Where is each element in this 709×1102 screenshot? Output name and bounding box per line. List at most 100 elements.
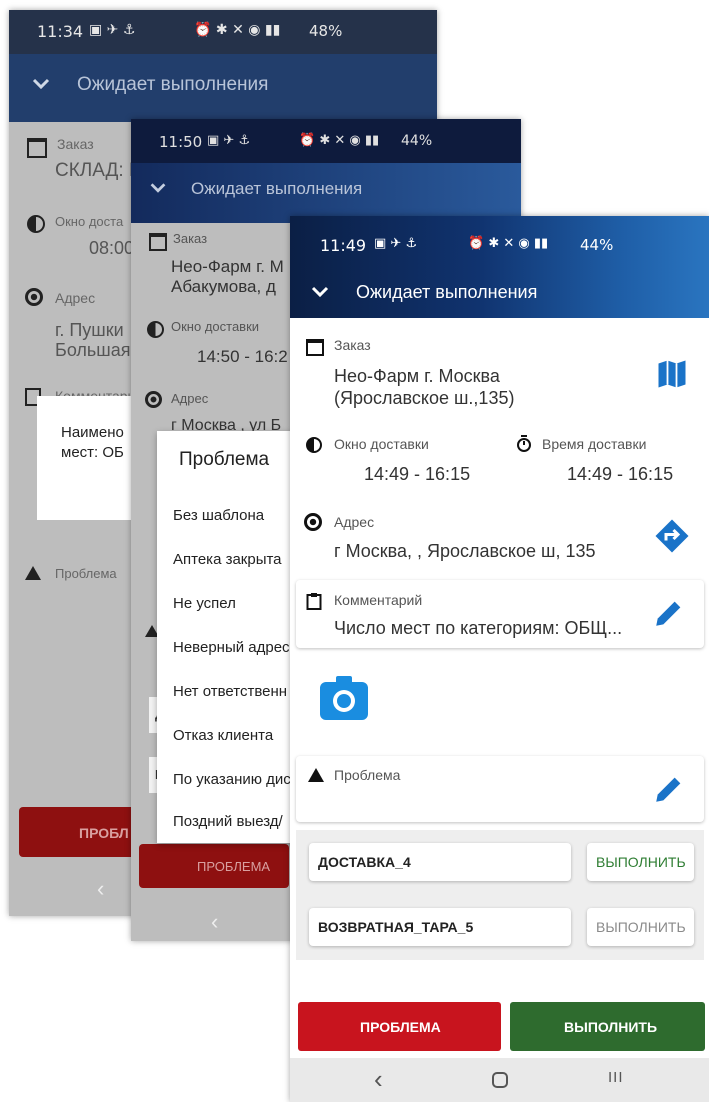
dialog-option[interactable]: Поздний выезд/ <box>157 805 297 843</box>
problem-button[interactable]: ПРОБЛЕМА <box>139 844 289 888</box>
status-icons: ▣ ✈ ⚓ <box>374 236 418 251</box>
clock-half-icon <box>306 437 322 453</box>
address-value: г Москва, , Ярославское ш, 135 <box>334 541 596 561</box>
problem-label: Проблема <box>334 767 401 783</box>
target-icon <box>304 513 322 531</box>
status-battery: 44% <box>580 236 614 254</box>
status-bar: 11:49 ▣ ✈ ⚓ ⏰ ✱ ✕ ◉ ▮▮ 44% <box>290 216 709 268</box>
task-row[interactable]: ДОСТАВКА_4 <box>309 843 571 881</box>
order-label: Заказ <box>173 231 208 246</box>
order-line-1: Нео-Фарм г. Москва <box>334 366 500 386</box>
address-line-1: г. Пушки <box>55 320 124 340</box>
dialog-option[interactable]: По указанию дис <box>157 761 297 805</box>
status-battery: 48% <box>309 22 343 40</box>
clock-half-icon <box>147 321 164 338</box>
problem-dialog: Проблема Без шаблона Аптека закрыта Не у… <box>157 431 297 843</box>
dialog-option-label: Отказ клиента <box>173 727 274 744</box>
warning-icon <box>25 566 41 580</box>
dialog-option[interactable]: Отказ клиента <box>157 717 297 761</box>
comment-label: Комментарий <box>334 592 423 608</box>
task-name: ВОЗВРАТНАЯ_ТАРА_5 <box>318 919 474 935</box>
task-complete-button[interactable]: ВЫПОЛНИТЬ <box>587 908 694 946</box>
window-label: Окно доста <box>55 214 124 229</box>
task-complete-button[interactable]: ВЫПОЛНИТЬ <box>587 843 694 881</box>
tasks-panel: ДОСТАВКА_4 ВЫПОЛНИТЬ ВОЗВРАТНАЯ_ТАРА_5 В… <box>296 830 704 960</box>
order-label: Заказ <box>57 136 94 152</box>
dialog-option-label: По указанию дис <box>173 771 291 788</box>
window-value: 08:00 <box>89 238 135 258</box>
chevron-down-icon[interactable] <box>147 177 169 204</box>
map-icon[interactable] <box>654 356 690 397</box>
warning-icon <box>308 768 324 782</box>
window-value: 14:50 - 16:2 <box>197 347 288 366</box>
recents-icon[interactable]: III <box>608 1069 624 1086</box>
address-label: Адрес <box>55 290 96 306</box>
comment-value: Число мест по категориям: ОБЩ... <box>334 618 623 638</box>
status-battery: 44% <box>401 133 433 149</box>
app-bar: Ожидает выполнения <box>131 163 521 223</box>
delivery-time-label: Время доставки <box>542 436 647 452</box>
status-icons-right: ⏰ ✱ ✕ ◉ ▮▮ <box>468 236 549 251</box>
problem-button-label: ПРОБЛЕМА <box>360 1019 441 1035</box>
camera-icon[interactable] <box>320 676 368 725</box>
status-icons: ▣ ✈ ⚓ <box>207 133 251 148</box>
dialog-line-2: мест: ОБ <box>61 444 124 461</box>
status-icons: ▣ ✈ ⚓ <box>89 22 136 38</box>
dialog-option-label: Нет ответственн <box>173 683 288 700</box>
home-icon[interactable] <box>492 1072 508 1088</box>
order-line-1: Нео-Фарм г. М <box>171 257 284 276</box>
dialog-title: Проблема <box>179 449 270 470</box>
dialog-option[interactable]: Неверный адрес <box>157 629 297 673</box>
calendar-icon <box>306 339 324 356</box>
address-line-2: Большая <box>55 340 131 360</box>
task-name: ДОСТАВКА_4 <box>318 854 411 870</box>
delivery-time-value: 14:49 - 16:15 <box>567 464 674 484</box>
complete-button-label: ВЫПОЛНИТЬ <box>564 1019 658 1035</box>
pencil-icon[interactable] <box>652 596 686 635</box>
dialog-option[interactable]: Аптека закрыта <box>157 541 297 585</box>
dialog-option[interactable]: Не успел <box>157 585 297 629</box>
order-line-2: Абакумова, д <box>171 277 276 296</box>
stopwatch-icon <box>516 435 532 458</box>
order-line-2: (Ярославское ш.,135) <box>334 388 515 408</box>
directions-icon[interactable] <box>654 518 690 559</box>
info-dialog: Наимено мест: ОБ <box>37 396 137 520</box>
status-bar: 11:50 ▣ ✈ ⚓ ⏰ ✱ ✕ ◉ ▮▮ 44% <box>131 119 521 163</box>
chevron-down-icon[interactable] <box>308 280 332 309</box>
window-label: Окно доставки <box>171 319 260 334</box>
system-nav-bar: ‹ III <box>290 1058 709 1102</box>
complete-button[interactable]: ВЫПОЛНИТЬ <box>510 1002 705 1051</box>
pencil-icon[interactable] <box>652 772 686 811</box>
main-screen: 11:49 ▣ ✈ ⚓ ⏰ ✱ ✕ ◉ ▮▮ 44% Ожидает выпол… <box>290 216 709 1102</box>
back-icon[interactable]: ‹ <box>211 909 218 935</box>
dialog-option[interactable]: Без шаблона <box>157 497 297 541</box>
address-label: Адрес <box>334 514 375 530</box>
dialog-line-1: Наимено <box>61 424 124 441</box>
status-time: 11:49 <box>320 236 367 255</box>
target-icon <box>145 391 162 408</box>
window-value: 14:49 - 16:15 <box>364 464 471 484</box>
status-time: 11:50 <box>159 133 203 151</box>
clipboard-icon <box>306 592 322 615</box>
calendar-icon <box>149 233 167 251</box>
problem-card[interactable]: Проблема <box>296 756 704 822</box>
window-label: Окно доставки <box>334 436 429 452</box>
task-complete-label: ВЫПОЛНИТЬ <box>596 919 686 935</box>
chevron-down-icon[interactable] <box>29 72 53 101</box>
order-value: СКЛАД: П <box>55 160 143 181</box>
back-icon[interactable]: ‹ <box>97 876 104 902</box>
back-icon[interactable]: ‹ <box>374 1064 383 1095</box>
address-label: Адрес <box>171 391 209 406</box>
dialog-option-label: Поздний выезд/ <box>173 813 283 830</box>
problem-button-label: ПРОБЛЕМА <box>197 859 271 874</box>
dialog-option[interactable]: Нет ответственн <box>157 673 297 717</box>
header-title: Ожидает выполнения <box>191 179 363 198</box>
dialog-option-label: Аптека закрыта <box>173 551 282 568</box>
target-icon <box>25 288 43 306</box>
status-icons-right: ⏰ ✱ ✕ ◉ ▮▮ <box>299 133 380 148</box>
comment-card[interactable]: Комментарий Число мест по категориям: ОБ… <box>296 580 704 648</box>
task-row[interactable]: ВОЗВРАТНАЯ_ТАРА_5 <box>309 908 571 946</box>
app-bar: Ожидает выполнения <box>290 268 709 318</box>
app-bar: Ожидает выполнения <box>9 54 437 122</box>
problem-button[interactable]: ПРОБЛЕМА <box>298 1002 501 1051</box>
